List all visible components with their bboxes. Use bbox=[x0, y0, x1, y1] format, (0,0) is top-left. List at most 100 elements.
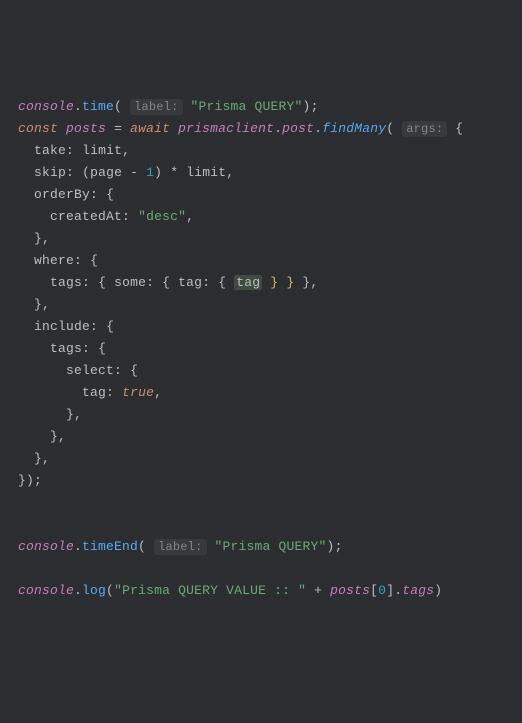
lbrace: { bbox=[162, 275, 170, 290]
lbrace: { bbox=[106, 319, 114, 334]
line-6: createdAt: "desc", bbox=[18, 209, 194, 224]
colon: : bbox=[146, 275, 154, 290]
rbrace: } bbox=[66, 407, 74, 422]
prop-tag: tag bbox=[178, 275, 202, 290]
semicolon: ; bbox=[335, 539, 343, 554]
prop-tags: tags bbox=[50, 275, 82, 290]
lbrace: { bbox=[90, 253, 98, 268]
rbrace: } bbox=[18, 473, 26, 488]
comma: , bbox=[42, 297, 50, 312]
rparen: ) bbox=[26, 473, 34, 488]
lbracket: [ bbox=[370, 583, 378, 598]
prop-select: select bbox=[66, 363, 114, 378]
lbrace: { bbox=[98, 275, 106, 290]
lparen: ( bbox=[82, 165, 90, 180]
line-18: }); bbox=[18, 473, 42, 488]
identifier-page: page bbox=[90, 165, 122, 180]
lbrace: { bbox=[455, 121, 463, 136]
dot: . bbox=[74, 583, 82, 598]
lbrace: { bbox=[218, 275, 226, 290]
string-literal: "Prisma QUERY VALUE :: " bbox=[114, 583, 306, 598]
method-time: time bbox=[82, 99, 114, 114]
colon: : bbox=[82, 275, 90, 290]
method-log: log bbox=[82, 583, 106, 598]
plus: + bbox=[314, 583, 322, 598]
line-14: tag: true, bbox=[18, 385, 162, 400]
rparen: ) bbox=[434, 583, 442, 598]
identifier-posts: posts bbox=[66, 121, 106, 136]
line-8: where: { bbox=[18, 253, 98, 268]
param-hint-args: args: bbox=[402, 121, 447, 137]
identifier-console: console bbox=[18, 539, 74, 554]
string-desc: "desc" bbox=[138, 209, 186, 224]
param-hint-label: label: bbox=[130, 99, 182, 115]
line-9: tags: { some: { tag: { tag } } }, bbox=[18, 275, 318, 290]
identifier-console: console bbox=[18, 583, 74, 598]
dot: . bbox=[74, 539, 82, 554]
prop-some: some bbox=[114, 275, 146, 290]
prop-post: post bbox=[282, 121, 314, 136]
comma: , bbox=[42, 451, 50, 466]
blank-line bbox=[18, 517, 26, 532]
line-12: tags: { bbox=[18, 341, 106, 356]
number-0: 0 bbox=[378, 583, 386, 598]
lparen: ( bbox=[386, 121, 394, 136]
line-20: console.log("Prisma QUERY VALUE :: " + p… bbox=[18, 583, 442, 598]
blank-line bbox=[18, 495, 26, 510]
string-literal: "Prisma QUERY" bbox=[215, 539, 327, 554]
lparen: ( bbox=[114, 99, 122, 114]
minus: - bbox=[130, 165, 138, 180]
comma: , bbox=[310, 275, 318, 290]
lparen: ( bbox=[138, 539, 146, 554]
comma: , bbox=[122, 143, 130, 158]
identifier-limit: limit bbox=[82, 143, 122, 158]
lbrace: { bbox=[130, 363, 138, 378]
rbrace: } bbox=[34, 231, 42, 246]
colon: : bbox=[114, 363, 122, 378]
line-15: }, bbox=[18, 407, 82, 422]
prop-tags: tags bbox=[402, 583, 434, 598]
keyword-true: true bbox=[122, 385, 154, 400]
identifier-prismaclient: prismaclient bbox=[178, 121, 274, 136]
blank-line bbox=[18, 561, 26, 576]
semicolon: ; bbox=[34, 473, 42, 488]
line-17: }, bbox=[18, 451, 50, 466]
colon: : bbox=[74, 253, 82, 268]
rbrace: } bbox=[50, 429, 58, 444]
star: * bbox=[170, 165, 178, 180]
rparen: ) bbox=[154, 165, 162, 180]
line-16: }, bbox=[18, 429, 66, 444]
dot: . bbox=[394, 583, 402, 598]
identifier-limit: limit bbox=[186, 165, 226, 180]
rbrace: } bbox=[286, 275, 294, 290]
keyword-await: await bbox=[130, 121, 170, 136]
rbrace: } bbox=[34, 451, 42, 466]
prop-where: where bbox=[34, 253, 74, 268]
string-literal: "Prisma QUERY" bbox=[191, 99, 303, 114]
code-editor[interactable]: console.time( label: "Prisma QUERY"); co… bbox=[18, 96, 512, 602]
line-2: const posts = await prismaclient.post.fi… bbox=[18, 121, 463, 136]
prop-take: take bbox=[34, 143, 66, 158]
colon: : bbox=[66, 165, 74, 180]
line-1: console.time( label: "Prisma QUERY"); bbox=[18, 99, 319, 114]
prop-include: include bbox=[34, 319, 90, 334]
rparen: ) bbox=[303, 99, 311, 114]
lparen: ( bbox=[106, 583, 114, 598]
rbracket: ] bbox=[386, 583, 394, 598]
rparen: ) bbox=[327, 539, 335, 554]
prop-orderby: orderBy bbox=[34, 187, 90, 202]
comma: , bbox=[42, 231, 50, 246]
line-5: orderBy: { bbox=[18, 187, 114, 202]
identifier-tag-highlight: tag bbox=[234, 275, 262, 290]
dot: . bbox=[74, 99, 82, 114]
line-19: console.timeEnd( label: "Prisma QUERY"); bbox=[18, 539, 343, 554]
comma: , bbox=[58, 429, 66, 444]
line-11: include: { bbox=[18, 319, 114, 334]
colon: : bbox=[202, 275, 210, 290]
line-13: select: { bbox=[18, 363, 138, 378]
prop-skip: skip bbox=[34, 165, 66, 180]
lbrace: { bbox=[106, 187, 114, 202]
colon: : bbox=[122, 209, 130, 224]
method-findmany: findMany bbox=[322, 121, 386, 136]
line-7: }, bbox=[18, 231, 50, 246]
